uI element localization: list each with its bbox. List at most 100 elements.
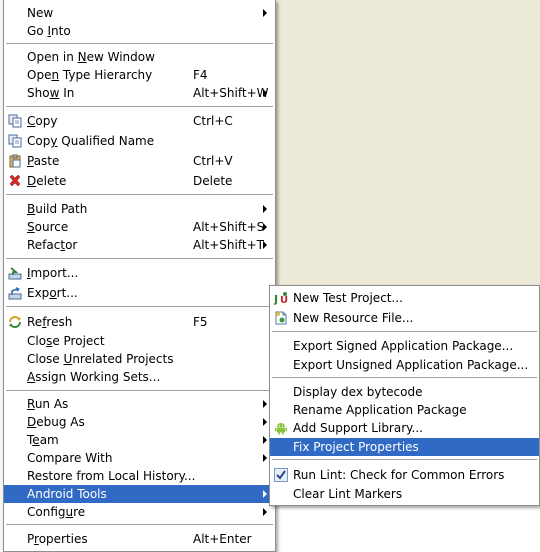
submenu-item-fix-project-properties[interactable]: Fix Project Properties: [270, 438, 539, 456]
submenu-item-label: Fix Project Properties: [293, 440, 419, 454]
background-panel: [271, 506, 540, 552]
menu-item-restore-from-local-history[interactable]: Restore from Local History...: [4, 467, 275, 485]
menu-item-export[interactable]: Export...: [4, 284, 275, 302]
menu-separator: [272, 459, 537, 461]
copy-icon: [8, 114, 22, 128]
svg-text:U: U: [280, 295, 288, 305]
submenu-item-clear-lint-markers[interactable]: Clear Lint Markers: [270, 485, 539, 503]
menu-item-shortcut: F4: [193, 68, 208, 82]
menu-item-copy[interactable]: Copy Ctrl+C: [4, 112, 275, 130]
paste-icon: [9, 154, 21, 168]
submenu-item-label: Export Signed Application Package...: [293, 339, 514, 353]
menu-item-label: Close Project: [27, 334, 105, 348]
copy-qualified-name-icon: [8, 134, 22, 148]
menu-item-label: Open Type Hierarchy: [27, 68, 153, 82]
menu-item-shortcut: Alt+Shift+W: [193, 86, 269, 100]
menu-separator: [6, 43, 273, 45]
menu-item-configure[interactable]: Configure: [4, 503, 275, 521]
menu-item-android-tools[interactable]: Android Tools: [4, 485, 275, 503]
menu-item-label: Configure: [27, 505, 86, 519]
submenu-item-label: New Resource File...: [293, 311, 414, 325]
submenu-item-display-dex-bytecode[interactable]: Display dex bytecode: [270, 383, 539, 401]
menu-item-label: Copy Qualified Name: [27, 134, 155, 148]
menu-item-label: Run As: [27, 397, 69, 411]
export-icon: [8, 287, 22, 300]
menu-item-label: Paste: [27, 154, 60, 168]
menu-item-shortcut: F5: [193, 315, 208, 329]
menu-item-label: Copy: [27, 114, 58, 128]
menu-item-assign-working-sets[interactable]: Assign Working Sets...: [4, 368, 275, 386]
delete-icon: [9, 174, 21, 187]
menu-separator: [272, 331, 537, 333]
junit-test-icon: JU: [274, 292, 288, 305]
submenu-arrow-icon: [263, 418, 267, 426]
menu-item-import[interactable]: Import...: [4, 264, 275, 282]
refresh-icon: [9, 316, 21, 328]
menu-item-label: Android Tools: [27, 487, 107, 501]
menu-item-label: Debug As: [27, 415, 85, 429]
menu-item-refresh[interactable]: Refresh F5: [4, 313, 275, 331]
menu-item-close-unrelated-projects[interactable]: Close Unrelated Projects: [4, 350, 275, 368]
menu-separator: [6, 306, 273, 308]
submenu-item-new-test-project[interactable]: JU New Test Project...: [270, 289, 539, 307]
menu-item-go-into[interactable]: Go Into: [4, 22, 275, 40]
menu-item-shortcut: Alt+Enter: [193, 532, 252, 546]
menu-item-properties[interactable]: Properties Alt+Enter: [4, 530, 275, 548]
submenu-item-run-lint[interactable]: Run Lint: Check for Common Errors: [270, 466, 539, 484]
submenu-item-rename-application-package[interactable]: Rename Application Package: [270, 401, 539, 419]
submenu-item-label: Export Unsigned Application Package...: [293, 358, 529, 372]
menu-item-label: Delete: [27, 174, 67, 188]
android-tools-submenu: JU New Test Project... New Resource File…: [269, 285, 540, 506]
menu-separator: [6, 390, 273, 392]
menu-item-refactor[interactable]: Refactor Alt+Shift+T: [4, 236, 275, 254]
submenu-item-label: Display dex bytecode: [293, 385, 423, 399]
submenu-arrow-icon: [263, 89, 267, 97]
menu-item-new[interactable]: New: [4, 4, 275, 22]
submenu-item-export-unsigned[interactable]: Export Unsigned Application Package...: [270, 356, 539, 374]
menu-item-compare-with[interactable]: Compare With: [4, 449, 275, 467]
menu-item-copy-qualified-name[interactable]: Copy Qualified Name: [4, 132, 275, 150]
submenu-arrow-icon: [263, 205, 267, 213]
checkmark-icon: [274, 468, 288, 482]
menu-item-label: Source: [27, 220, 69, 234]
submenu-item-label: Rename Application Package: [293, 403, 467, 417]
menu-item-label: Compare With: [27, 451, 113, 465]
menu-item-open-type-hierarchy[interactable]: Open Type Hierarchy F4: [4, 66, 275, 84]
menu-item-shortcut: Ctrl+V: [193, 154, 233, 168]
menu-item-label: Build Path: [27, 202, 88, 216]
menu-item-team[interactable]: Team: [4, 431, 275, 449]
submenu-arrow-icon: [263, 436, 267, 444]
submenu-arrow-icon: [263, 508, 267, 516]
menu-item-shortcut: Alt+Shift+T: [193, 238, 264, 252]
menu-item-debug-as[interactable]: Debug As: [4, 413, 275, 431]
submenu-arrow-icon: [263, 9, 267, 17]
menu-separator: [272, 377, 537, 379]
menu-item-label: Refresh: [27, 315, 73, 329]
menu-item-label: Go Into: [27, 24, 71, 38]
menu-item-label: Import...: [27, 266, 79, 280]
menu-item-label: Open in New Window: [27, 50, 155, 64]
submenu-arrow-icon: [263, 400, 267, 408]
menu-item-delete[interactable]: Delete Delete: [4, 172, 275, 190]
menu-item-show-in[interactable]: Show In Alt+Shift+W: [4, 84, 275, 102]
menu-item-source[interactable]: Source Alt+Shift+S: [4, 218, 275, 236]
submenu-arrow-icon: [263, 241, 267, 249]
submenu-item-export-signed[interactable]: Export Signed Application Package...: [270, 337, 539, 355]
menu-item-close-project[interactable]: Close Project: [4, 332, 275, 350]
submenu-item-new-resource-file[interactable]: New Resource File...: [270, 309, 539, 327]
menu-item-label: Team: [27, 433, 59, 447]
submenu-item-add-support-library[interactable]: Add Support Library...: [270, 419, 539, 437]
submenu-item-label: Run Lint: Check for Common Errors: [293, 468, 505, 482]
menu-item-build-path[interactable]: Build Path: [4, 200, 275, 218]
menu-item-run-as[interactable]: Run As: [4, 395, 275, 413]
submenu-item-label: New Test Project...: [293, 291, 403, 305]
submenu-arrow-icon: [263, 454, 267, 462]
menu-item-label: Properties: [27, 532, 88, 546]
menu-item-open-in-new-window[interactable]: Open in New Window: [4, 48, 275, 66]
submenu-item-label: Clear Lint Markers: [293, 487, 403, 501]
menu-separator: [6, 106, 273, 108]
menu-item-label: Restore from Local History...: [27, 469, 196, 483]
menu-item-shortcut: Alt+Shift+S: [193, 220, 265, 234]
submenu-arrow-icon: [263, 490, 267, 498]
menu-item-paste[interactable]: Paste Ctrl+V: [4, 152, 275, 170]
